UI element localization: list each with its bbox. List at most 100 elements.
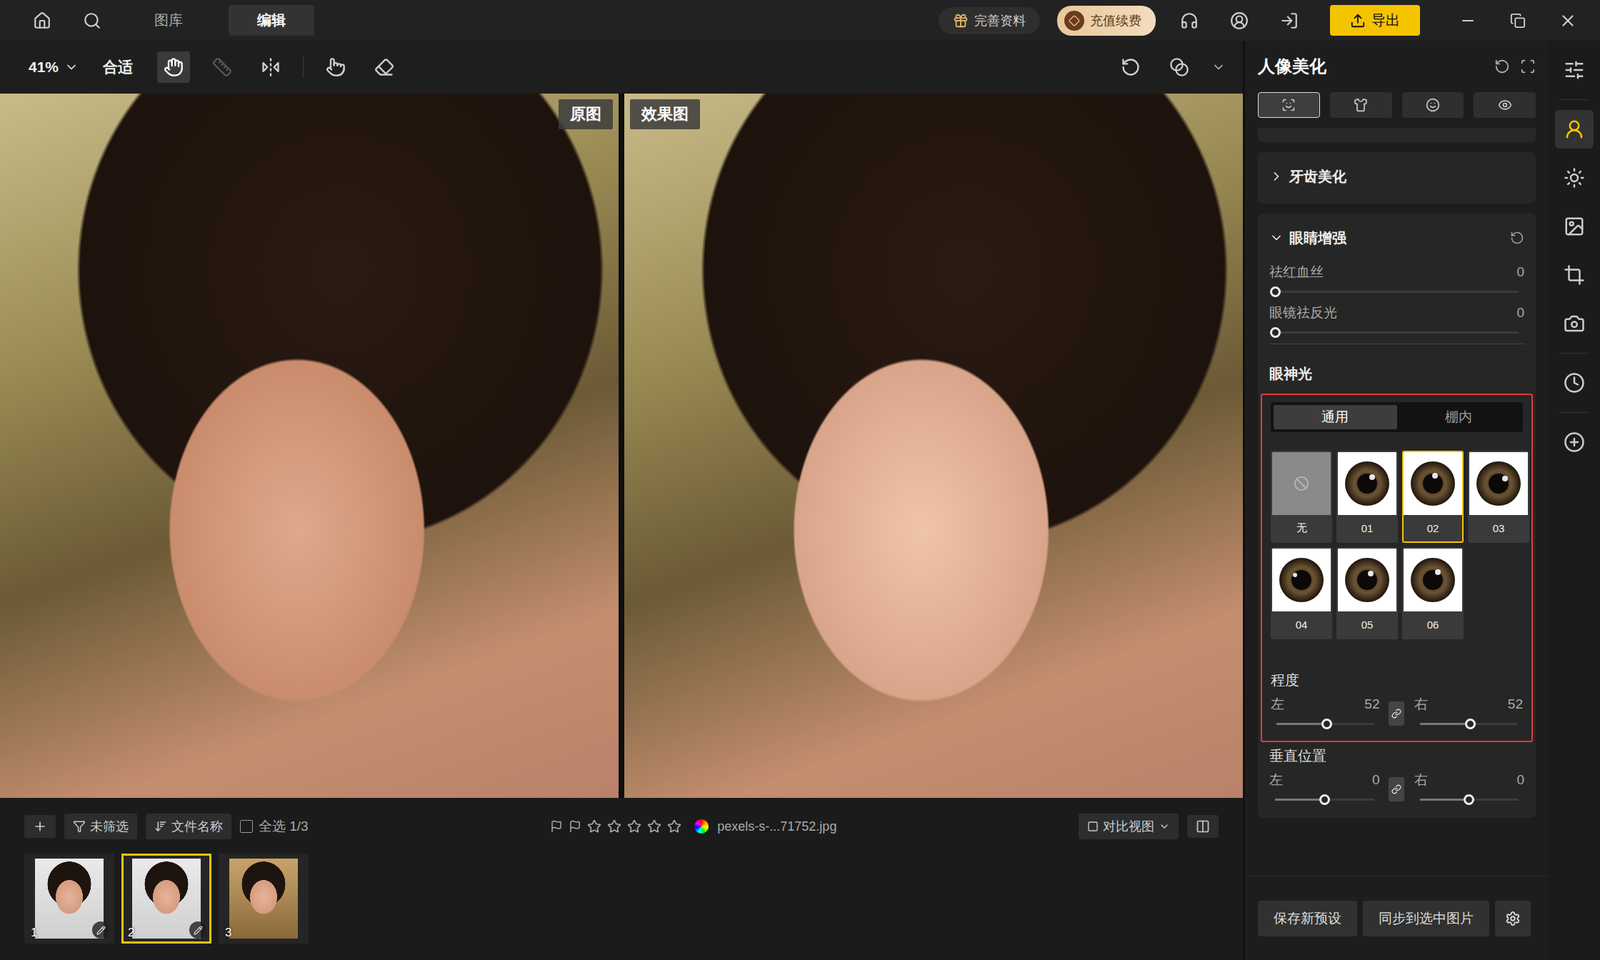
home-button[interactable] — [25, 5, 59, 37]
flag-icon[interactable] — [550, 820, 563, 833]
module-button[interactable] — [1555, 422, 1594, 462]
preset-tile[interactable]: 06 — [1402, 547, 1464, 640]
close-button[interactable] — [1551, 5, 1585, 37]
reset-icon[interactable] — [1510, 230, 1525, 245]
panel-tab[interactable] — [1473, 92, 1536, 118]
slider-row: 眼镜祛反光0 — [1269, 302, 1525, 334]
filter-button[interactable]: 未筛选 — [64, 813, 138, 840]
history-icon — [1563, 372, 1585, 394]
tool-button[interactable] — [157, 51, 190, 83]
panel-button[interactable]: 同步到选中图片 — [1362, 900, 1490, 937]
slider-track[interactable] — [1420, 722, 1518, 725]
preset-label: 04 — [1272, 611, 1331, 638]
thumbnail[interactable]: 2 — [121, 853, 212, 944]
upload-icon — [1350, 12, 1366, 29]
thumbnail[interactable]: 3 — [218, 853, 309, 944]
nav-tab[interactable]: 图库 — [125, 5, 212, 36]
panel-tab[interactable] — [1402, 92, 1465, 118]
panel-button[interactable]: 保存新预设 — [1257, 900, 1358, 937]
preset-tile[interactable]: 03 — [1467, 450, 1530, 543]
link-toggle[interactable] — [1388, 777, 1405, 802]
slider-knob[interactable] — [1321, 718, 1333, 730]
catchlight-tab[interactable]: 棚内 — [1397, 405, 1521, 430]
compare-icon[interactable] — [1520, 58, 1536, 75]
module-button[interactable] — [1555, 255, 1594, 295]
slider-knob[interactable] — [1465, 718, 1476, 730]
zoom-select[interactable]: 41% — [28, 58, 79, 76]
minimize-button[interactable] — [1451, 5, 1485, 37]
reset-icon[interactable] — [1494, 58, 1510, 75]
module-button[interactable] — [1555, 50, 1594, 90]
slider-track[interactable] — [1420, 798, 1520, 801]
account-button[interactable] — [1222, 5, 1256, 37]
slider-knob[interactable] — [1270, 327, 1281, 338]
preset-tile[interactable]: 01 — [1336, 450, 1398, 543]
section-header[interactable]: 牙齿美化 — [1257, 152, 1536, 201]
tool-button[interactable] — [319, 51, 353, 83]
view-mode-select[interactable]: 对比视图 — [1078, 813, 1179, 840]
side-slider: 右0 — [1414, 770, 1525, 808]
overlay-button[interactable] — [1162, 51, 1196, 83]
slider-knob[interactable] — [1463, 794, 1475, 805]
star-icon[interactable] — [587, 819, 602, 834]
search-button[interactable] — [75, 5, 109, 37]
preset-tile[interactable]: 05 — [1336, 547, 1398, 640]
star-icon[interactable] — [607, 819, 622, 834]
preset-tile[interactable]: 02 — [1402, 450, 1464, 543]
slider-fill — [1275, 798, 1325, 801]
title-bar: 图库编辑 完善资料充值续费 导出 — [0, 0, 1600, 41]
slider-track[interactable] — [1276, 722, 1375, 725]
select-all-checkbox[interactable] — [240, 820, 253, 833]
settings-button[interactable] — [1495, 900, 1531, 937]
split-view-button[interactable] — [1187, 815, 1219, 838]
reset-button[interactable] — [1114, 51, 1148, 83]
panel-tabs — [1245, 92, 1549, 118]
slider-track[interactable] — [1275, 331, 1519, 334]
strip-separator — [1560, 412, 1589, 413]
panel-tab[interactable] — [1330, 92, 1393, 118]
tool-button[interactable] — [367, 51, 401, 83]
module-button[interactable] — [1555, 207, 1594, 246]
color-label[interactable] — [694, 819, 709, 834]
slider-track[interactable] — [1275, 290, 1519, 293]
pointer-icon — [325, 57, 346, 78]
star-icon[interactable] — [627, 819, 642, 834]
sort-button[interactable]: 文件名称 — [145, 813, 232, 840]
link-toggle[interactable] — [1388, 701, 1405, 726]
export-button[interactable]: 导出 — [1330, 5, 1420, 36]
chevron-down-icon — [1269, 230, 1284, 245]
star-icon[interactable] — [647, 819, 662, 834]
support-button[interactable] — [1172, 5, 1206, 37]
fit-button[interactable]: 合适 — [94, 57, 142, 78]
module-button[interactable] — [1555, 158, 1594, 198]
module-button[interactable] — [1555, 363, 1594, 403]
tool-button[interactable] — [205, 51, 239, 83]
catchlight-eye-icon — [1475, 460, 1523, 508]
star-icon[interactable] — [667, 819, 682, 834]
filter-icon — [72, 820, 86, 833]
recharge-button[interactable]: 充值续费 — [1057, 5, 1156, 36]
preset-tile[interactable]: 无 — [1270, 450, 1333, 543]
profile-button[interactable]: 完善资料 — [938, 7, 1040, 35]
slider-fill — [1420, 722, 1471, 725]
panel-actions: 保存新预设同步到选中图片 — [1245, 875, 1549, 960]
catchlight-tab[interactable]: 通用 — [1273, 405, 1398, 430]
tool-button[interactable] — [254, 51, 288, 83]
add-button[interactable] — [24, 815, 56, 838]
section-header[interactable]: 眼睛增强 — [1257, 213, 1536, 263]
preset-tile[interactable]: 04 — [1270, 547, 1333, 640]
reject-flag-icon[interactable] — [568, 820, 582, 833]
side-slider: 左52 — [1270, 694, 1380, 733]
slider-track[interactable] — [1275, 798, 1375, 801]
select-all[interactable]: 全选 1/3 — [240, 817, 309, 836]
maximize-button[interactable] — [1501, 5, 1535, 37]
switch-button[interactable] — [1272, 5, 1306, 37]
slider-knob[interactable] — [1319, 794, 1330, 805]
panel-tab[interactable] — [1257, 92, 1320, 118]
nav-tab[interactable]: 编辑 — [228, 5, 315, 36]
module-button[interactable] — [1555, 110, 1594, 149]
split-icon — [1195, 819, 1210, 834]
slider-knob[interactable] — [1270, 286, 1281, 298]
thumbnail[interactable]: 1 — [24, 853, 115, 944]
module-button[interactable] — [1555, 304, 1594, 343]
